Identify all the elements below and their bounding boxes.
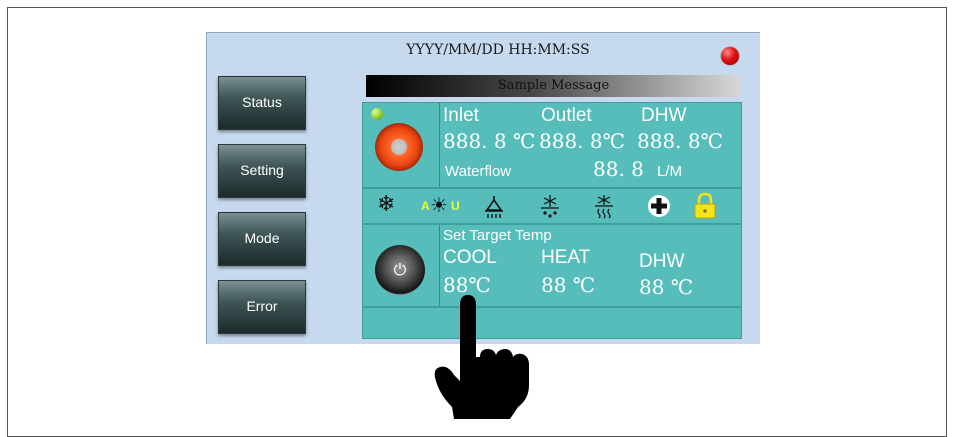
pointing-hand-icon: [434, 295, 529, 419]
